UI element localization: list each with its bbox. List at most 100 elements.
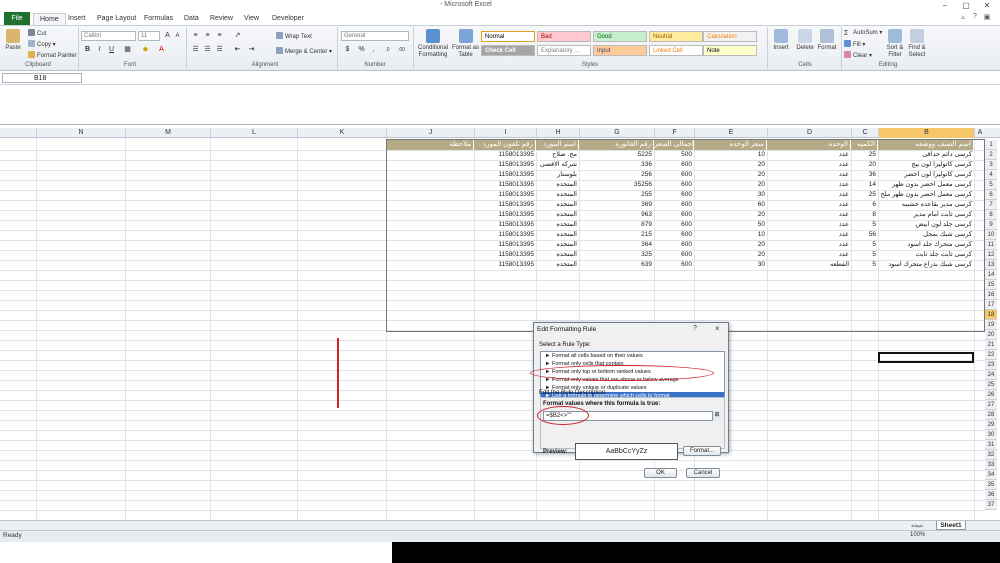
sheet-tab-other[interactable]: نتيجه <box>911 522 923 529</box>
shrink-font-button[interactable]: A <box>172 31 183 41</box>
table-cell-g[interactable]: 215 <box>579 230 654 240</box>
table-cell-c[interactable]: 14 <box>851 180 878 190</box>
cell-style-check-cell[interactable]: Check Cell <box>481 45 535 56</box>
row-header-25[interactable]: 25 <box>985 380 997 390</box>
table-cell-e[interactable]: 20 <box>694 170 767 180</box>
paste-button[interactable]: Paste <box>4 29 22 52</box>
table-cell-e[interactable]: 60 <box>694 200 767 210</box>
name-box[interactable]: B18 <box>2 73 82 83</box>
row-header-30[interactable]: 30 <box>985 430 997 440</box>
row-header-31[interactable]: 31 <box>985 440 997 450</box>
table-cell-g[interactable]: 364 <box>579 240 654 250</box>
column-header-n[interactable]: N <box>36 128 125 138</box>
tab-home[interactable]: Home <box>33 13 66 25</box>
table-cell-h[interactable]: المتحده <box>536 250 579 260</box>
maximize-button[interactable]: ▢ <box>955 0 977 12</box>
table-cell-h[interactable]: المتحده <box>536 230 579 240</box>
table-cell-d[interactable]: عدد <box>767 230 851 240</box>
row-header-18[interactable]: 18 <box>985 310 997 320</box>
table-cell-i[interactable]: 1158013395 <box>474 150 536 160</box>
table-cell-f[interactable]: 600 <box>654 190 694 200</box>
row-header-11[interactable]: 11 <box>985 240 997 250</box>
column-header-c[interactable]: C <box>851 128 878 138</box>
table-cell-g[interactable]: 325 <box>579 250 654 260</box>
table-cell-f[interactable]: 600 <box>654 260 694 270</box>
row-header-2[interactable]: 2 <box>985 150 997 160</box>
format-cells-button[interactable]: Format <box>816 29 838 52</box>
table-cell-i[interactable]: 1158013395 <box>474 190 536 200</box>
table-cell-i[interactable]: 1158013395 <box>474 260 536 270</box>
table-cell-f[interactable]: 600 <box>654 200 694 210</box>
table-cell-h[interactable]: المتحده <box>536 210 579 220</box>
table-cell-d[interactable]: عدد <box>767 170 851 180</box>
column-header-i[interactable]: I <box>474 128 536 138</box>
fill-color-icon[interactable]: ◆ <box>140 45 151 55</box>
row-header-19[interactable]: 19 <box>985 320 997 330</box>
row-header-20[interactable]: 20 <box>985 330 997 340</box>
column-header-l[interactable]: L <box>210 128 297 138</box>
table-cell-c[interactable]: 5 <box>851 250 878 260</box>
table-cell-b[interactable]: كرسى معمل اخضر بدون ظهر ملح <box>878 190 974 200</box>
table-cell-e[interactable]: 10 <box>694 150 767 160</box>
table-cell-g[interactable]: 255 <box>579 190 654 200</box>
row-header-32[interactable]: 32 <box>985 450 997 460</box>
table-cell-e[interactable]: 20 <box>694 180 767 190</box>
table-cell-h[interactable]: بلوستار <box>536 170 579 180</box>
horizontal-scrollbar[interactable] <box>0 520 1000 530</box>
table-cell-f[interactable]: 600 <box>654 210 694 220</box>
table-cell-d[interactable]: عدد <box>767 220 851 230</box>
table-cell-f[interactable]: 600 <box>654 180 694 190</box>
table-cell-e[interactable]: 10 <box>694 230 767 240</box>
align-top-icon[interactable]: ≡ <box>190 31 201 41</box>
table-cell-c[interactable]: 5 <box>851 240 878 250</box>
cell-style-linked-cell[interactable]: Linked Cell <box>649 45 703 56</box>
table-cell-f[interactable]: 600 <box>654 170 694 180</box>
delete-cells-button[interactable]: Delete <box>794 29 816 52</box>
table-cell-i[interactable]: 1158013395 <box>474 180 536 190</box>
table-cell-b[interactable]: كرسى مدير بقاعده خشبيه <box>878 200 974 210</box>
row-header-4[interactable]: 4 <box>985 170 997 180</box>
row-header-36[interactable]: 36 <box>985 490 997 500</box>
conditional-formatting-button[interactable]: Conditional Formatting <box>415 29 451 59</box>
row-header-29[interactable]: 29 <box>985 420 997 430</box>
table-cell-c[interactable]: 5 <box>851 220 878 230</box>
table-cell-e[interactable]: 30 <box>694 190 767 200</box>
table-cell-h[interactable]: المتحده <box>536 180 579 190</box>
table-cell-b[interactable]: كرسى دائم حداقى <box>878 150 974 160</box>
tab-insert[interactable]: Insert <box>68 15 86 22</box>
column-header-b[interactable]: B <box>878 128 974 138</box>
tab-file[interactable]: File <box>4 12 30 25</box>
tab-review[interactable]: Review <box>210 15 233 22</box>
table-cell-b[interactable]: كرسى ثابت جلد ثابت <box>878 250 974 260</box>
column-header-k[interactable]: K <box>297 128 386 138</box>
cell-style-calculation[interactable]: Calculation <box>703 31 757 42</box>
cell-style-normal[interactable]: Normal <box>481 31 535 42</box>
help-icon[interactable]: ? <box>970 13 980 23</box>
sort-filter-button[interactable]: Sort & Filter <box>884 29 906 59</box>
help-icon[interactable]: ? <box>693 325 697 332</box>
table-cell-e[interactable]: 30 <box>694 260 767 270</box>
row-header-26[interactable]: 26 <box>985 390 997 400</box>
table-cell-b[interactable]: كرسى شبك بذراع متحرك اسود <box>878 260 974 270</box>
minimize-button[interactable]: – <box>934 0 956 12</box>
column-header-m[interactable]: M <box>125 128 210 138</box>
table-cell-c[interactable]: 6 <box>851 200 878 210</box>
table-cell-i[interactable]: 1158013395 <box>474 170 536 180</box>
cancel-button[interactable]: Cancel <box>686 468 720 478</box>
table-cell-f[interactable]: 600 <box>654 160 694 170</box>
close-window-button[interactable]: ✕ <box>976 0 998 12</box>
row-header-37[interactable]: 37 <box>985 500 997 510</box>
table-cell-d[interactable]: عدد <box>767 240 851 250</box>
table-cell-i[interactable]: 1158013395 <box>474 230 536 240</box>
rule-type-item[interactable]: ► Format all cells based on their values <box>541 352 724 360</box>
row-header-6[interactable]: 6 <box>985 190 997 200</box>
column-header-j[interactable]: J <box>386 128 474 138</box>
table-cell-e[interactable]: 50 <box>694 220 767 230</box>
table-cell-d[interactable]: القطعه <box>767 260 851 270</box>
row-header-34[interactable]: 34 <box>985 470 997 480</box>
currency-icon[interactable]: $ <box>342 45 353 55</box>
row-header-8[interactable]: 8 <box>985 210 997 220</box>
percent-icon[interactable]: % <box>356 45 367 55</box>
zoom-level[interactable]: 100% <box>910 532 925 538</box>
table-cell-d[interactable]: عدد <box>767 160 851 170</box>
